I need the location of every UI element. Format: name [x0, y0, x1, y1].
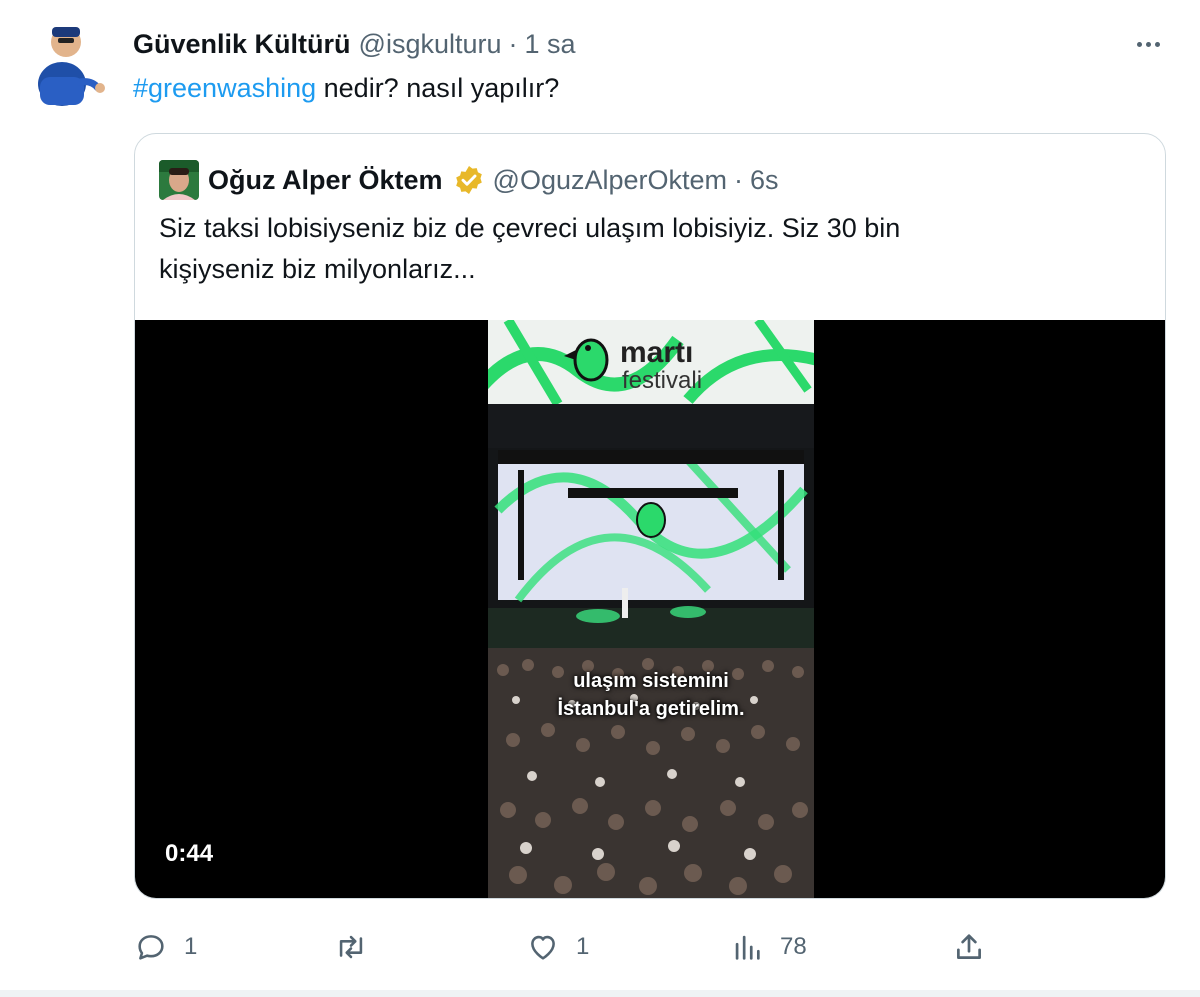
views-count: 78 [780, 933, 807, 960]
video-thumbnail: martı festivali [488, 320, 814, 898]
separator-dot: · [734, 164, 744, 195]
tweet-text: #greenwashing nedir? nasıl yapılır? [133, 70, 559, 106]
author-avatar[interactable] [30, 22, 108, 108]
video-subtitle: İstanbul'a getirelim. [557, 698, 745, 720]
reply-button[interactable]: 1 [134, 925, 197, 969]
share-button[interactable] [952, 925, 986, 969]
views-button[interactable]: 78 [730, 925, 807, 969]
logo-subtext: festivali [622, 367, 702, 394]
quoted-tweet-card[interactable]: Oğuz Alper Öktem @OguzAlperOktem · 6s Si… [134, 133, 1166, 899]
quoted-author-handle: @OguzAlperOktem [492, 164, 728, 195]
retweet-button[interactable] [334, 925, 384, 969]
divider [0, 990, 1200, 997]
tweet-body: nedir? nasıl yapılır? [316, 73, 560, 103]
views-icon [735, 935, 760, 960]
author-handle[interactable]: @isgkulturu [359, 29, 502, 60]
heart-icon [531, 935, 555, 960]
verified-badge-icon [455, 166, 482, 194]
more-options-icon[interactable] [1128, 30, 1168, 58]
like-count: 1 [576, 933, 590, 960]
quoted-author-avatar [159, 160, 199, 200]
video-duration: 0:44 [165, 840, 214, 867]
tweet-header: Güvenlik Kültürü @isgkulturu · 1 sa [133, 26, 576, 62]
tweet-actions: 1 1 78 [0, 925, 1200, 969]
reply-icon [138, 935, 164, 960]
tweet-time[interactable]: 1 sa [525, 29, 576, 60]
quoted-tweet-header: Oğuz Alper Öktem @OguzAlperOktem · 6s [159, 160, 779, 200]
video-player[interactable]: martı festivali ulaşım sistemini İstanbu… [135, 320, 1165, 898]
quoted-text-line: kişiyseniz biz milyonlarız... [159, 254, 476, 284]
quoted-author-name: Oğuz Alper Öktem [208, 164, 443, 195]
like-button[interactable]: 1 [526, 925, 589, 969]
share-icon [957, 934, 981, 959]
logo-text: martı [620, 336, 693, 369]
hashtag-link[interactable]: #greenwashing [133, 73, 316, 103]
quoted-text-line: Siz taksi lobisiyseniz biz de çevreci ul… [159, 213, 901, 243]
video-frame: martı festivali ulaşım sistemini İstanbu… [488, 320, 814, 898]
quoted-tweet-text: Siz taksi lobisiyseniz biz de çevreci ul… [159, 208, 1149, 290]
author-name[interactable]: Güvenlik Kültürü [133, 29, 351, 60]
quoted-tweet-time: 6s [750, 164, 779, 195]
video-subtitle: ulaşım sistemini [573, 670, 729, 692]
retweet-icon [339, 935, 363, 959]
reply-count: 1 [184, 933, 198, 960]
separator-dot: · [508, 28, 518, 59]
